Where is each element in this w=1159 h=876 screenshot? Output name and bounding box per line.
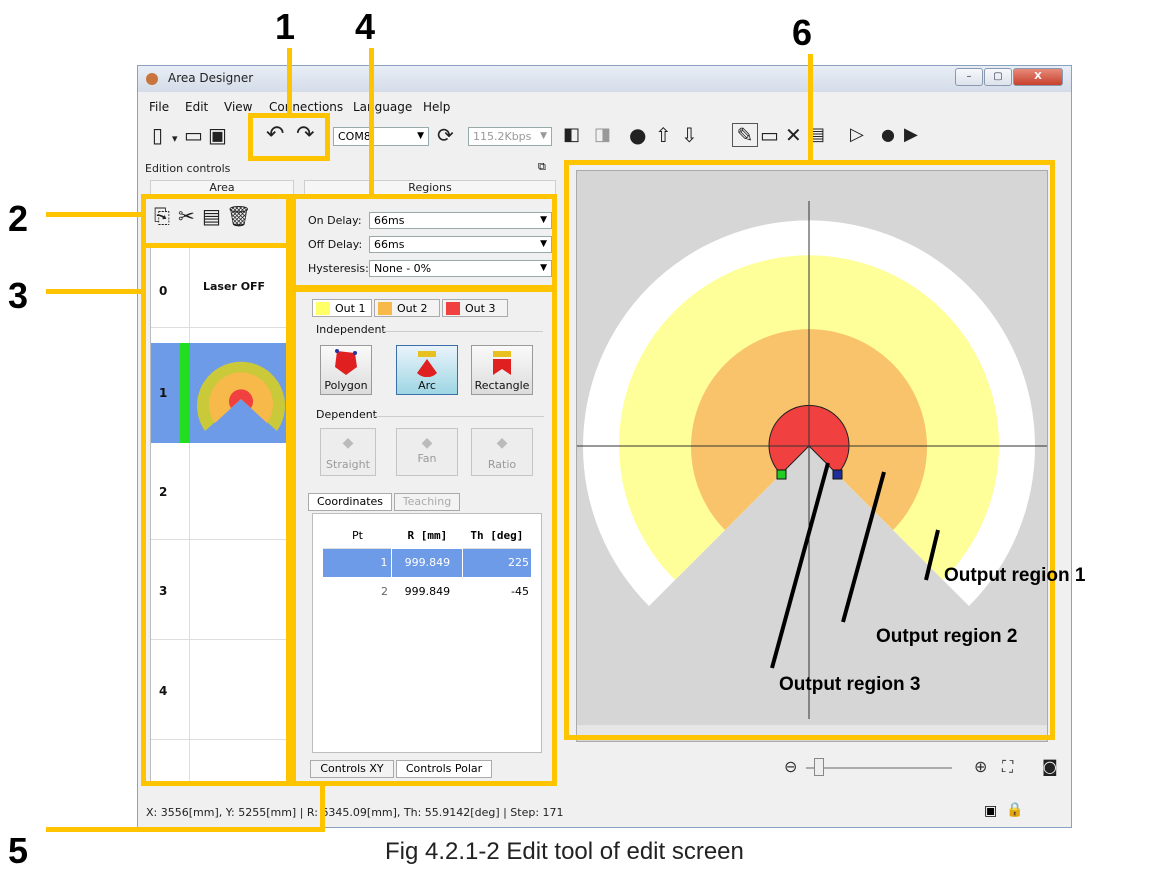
output-region-1-label: Output region 1: [944, 565, 1086, 586]
output-region-3-label: Output region 3: [779, 674, 921, 695]
figure-caption: Fig 4.2.1-2 Edit tool of edit screen: [385, 838, 744, 865]
pointer-lines: [770, 462, 940, 669]
output-region-2-label: Output region 2: [876, 626, 1018, 647]
